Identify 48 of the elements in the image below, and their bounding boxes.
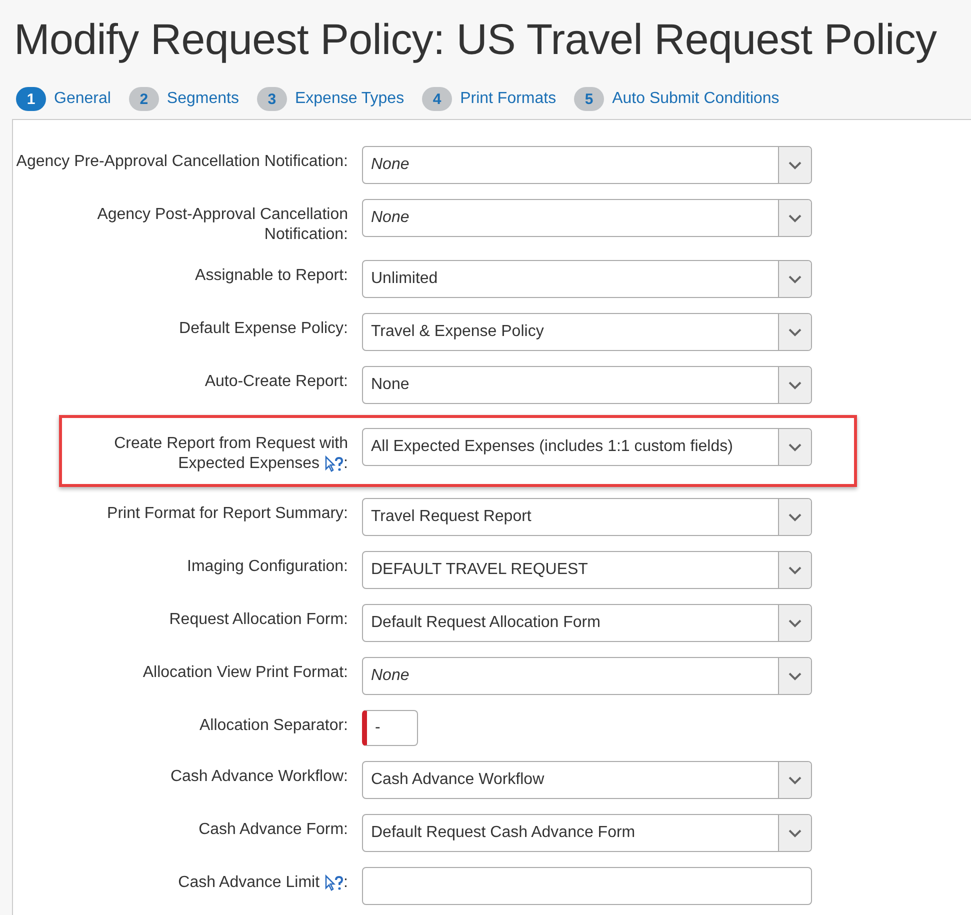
chevron-down-icon (788, 160, 802, 170)
help-icon[interactable] (324, 455, 344, 473)
field-label: Cash Advance Limit : (177, 873, 348, 893)
dropdown[interactable]: None (362, 366, 812, 404)
chevron-down-icon (788, 380, 802, 390)
field-label: Default Expense Policy: (178, 319, 348, 339)
field-label: Agency Pre-Approval Cancellation Notification: (15, 152, 348, 172)
field-label: Request Allocation Form: (168, 610, 348, 630)
field-label: Imaging Configuration: (186, 557, 348, 577)
step-tab[interactable]: 5 Auto Submit Conditions (574, 87, 780, 111)
field-label: Allocation View Print Format: (142, 663, 348, 683)
input-field[interactable]: - (362, 710, 418, 746)
chevron-down-icon (788, 776, 802, 784)
field-label: Create Report from Request with Expected Expenses : (113, 434, 348, 474)
field-label: Agency Post-Approval Cancellation Notification: (96, 205, 348, 245)
chevron-down-icon (788, 274, 802, 284)
chevron-down-icon (788, 442, 802, 452)
dropdown[interactable]: Unlimited (362, 260, 812, 298)
chevron-down-icon (788, 566, 802, 574)
help-icon[interactable] (324, 874, 344, 892)
dropdown[interactable]: DEFAULT TRAVEL REQUEST (362, 551, 812, 589)
dropdown[interactable]: None (362, 146, 812, 184)
step-tab[interactable]: 2 Segments (128, 87, 239, 111)
step-tab[interactable]: 3 Expense Types (256, 87, 404, 111)
dropdown[interactable]: Default Request Allocation Form (362, 604, 812, 642)
field-label: Cash Advance Form: (198, 820, 348, 840)
field-label: Assignable to Report: (194, 266, 348, 286)
field-label: Auto-Create Report: (204, 372, 348, 392)
field-label: Cash Advance Workflow: (169, 767, 348, 787)
step-tab[interactable]: 4 Print Formats (422, 87, 556, 111)
dropdown[interactable]: Cash Advance Workflow (362, 761, 812, 799)
field-label: Allocation Separator: (198, 716, 348, 736)
input-field[interactable] (362, 867, 812, 905)
dropdown[interactable]: Default Request Cash Advance Form (362, 814, 812, 852)
dropdown[interactable]: None (362, 199, 812, 237)
dropdown[interactable]: Travel & Expense Policy (362, 313, 812, 351)
chevron-down-icon (788, 828, 802, 838)
step-tab[interactable]: 1 General (16, 87, 111, 111)
chevron-down-icon (788, 328, 802, 336)
field-label: Print Format for Report Summary: (106, 504, 348, 524)
chevron-down-icon (788, 512, 802, 522)
dropdown[interactable]: None (362, 657, 812, 695)
dropdown[interactable]: Travel Request Report (362, 498, 812, 536)
chevron-down-icon (788, 618, 802, 628)
chevron-down-icon (788, 214, 802, 222)
page-title: Modify Request Policy: US Travel Request Policy (13, 15, 938, 65)
dropdown[interactable]: All Expected Expenses (includes 1:1 custom fields) (362, 428, 812, 466)
chevron-down-icon (788, 672, 802, 680)
